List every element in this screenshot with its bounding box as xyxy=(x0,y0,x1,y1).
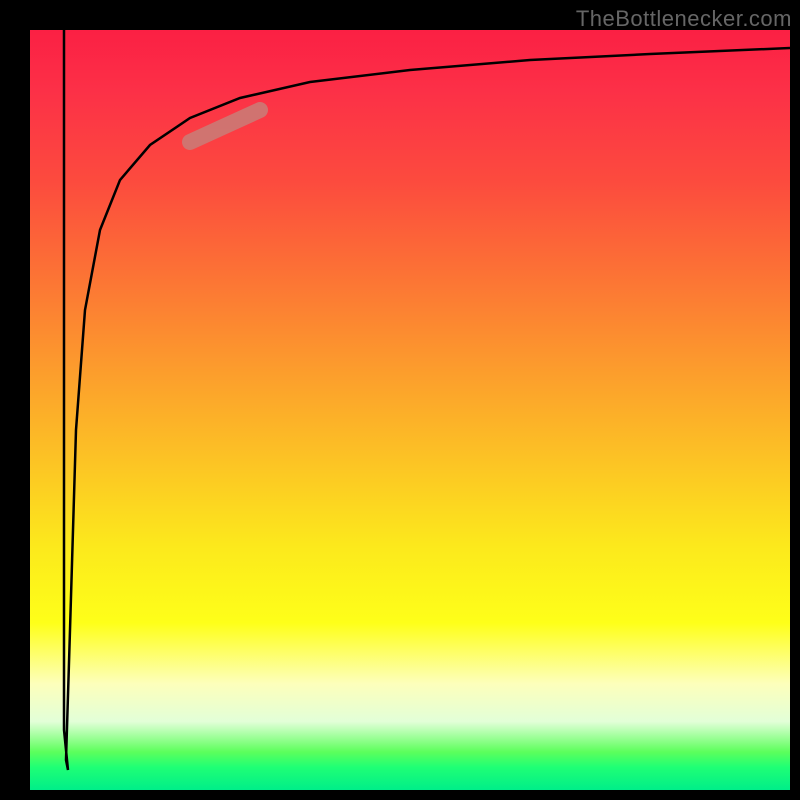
highlight-segment-path xyxy=(190,110,260,142)
highlight-overlay xyxy=(30,30,790,790)
watermark-text: TheBottlenecker.com xyxy=(576,6,792,32)
chart-area xyxy=(30,30,790,790)
